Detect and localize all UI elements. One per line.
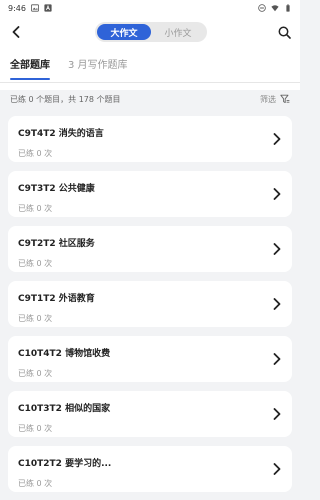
question-bank-tabs: 全部题库 3 月写作题库 [0,54,300,84]
back-arrow-icon [12,26,20,38]
back-button[interactable] [8,24,24,40]
question-title: C10T3T2 相似的国家 [18,404,111,414]
summary-bar: 已练 0 个题目，共 178 个题目 筛选 [0,90,300,108]
essay-type-switch: 大作文 小作文 [95,22,207,42]
chevron-right-icon [272,298,282,310]
tabs-divider [0,82,300,83]
question-title: C10T4T2 博物馆收费 [18,349,111,359]
list-item[interactable]: C10T3T2 相似的国家 已练 0 次 [8,391,292,437]
practice-count: 已练 0 次 [18,149,53,158]
practice-count: 已练 0 次 [18,314,53,323]
question-title: C9T3T2 公共健康 [18,184,95,194]
practice-count: 已练 0 次 [18,204,53,213]
chevron-right-icon [272,408,282,420]
filter-button[interactable]: 筛选 [260,94,290,105]
list-item[interactable]: C10T2T2 要学习的... 已练 0 次 [8,446,292,492]
list-item[interactable]: C9T2T2 社区服务 已练 0 次 [8,226,292,272]
status-right [258,4,292,12]
tab-all-questions[interactable]: 全部题库 [10,54,50,80]
search-icon [278,26,291,39]
filter-label: 筛选 [260,94,276,104]
image-notification-icon [30,4,39,12]
battery-icon [286,4,290,12]
status-bar: 9:46 [0,0,300,16]
progress-summary: 已练 0 个题目，共 178 个题目 [10,94,121,104]
question-list: C9T4T2 消失的语言 已练 0 次 C9T3T2 公共健康 已练 0 次 C… [8,116,292,492]
wifi-icon [271,5,279,12]
filter-icon [280,94,290,104]
question-title: C9T1T2 外语教育 [18,294,95,304]
status-time: 9:46 [8,3,26,13]
status-left: 9:46 [8,4,52,13]
do-not-disturb-icon [258,4,266,12]
search-button[interactable] [276,24,292,40]
segment-small-essay[interactable]: 小作文 [151,24,205,40]
list-item[interactable]: C9T4T2 消失的语言 已练 0 次 [8,116,292,162]
chevron-right-icon [272,243,282,255]
practice-count: 已练 0 次 [18,259,53,268]
chevron-right-icon [272,188,282,200]
list-item[interactable]: C9T1T2 外语教育 已练 0 次 [8,281,292,327]
list-item[interactable]: C9T3T2 公共健康 已练 0 次 [8,171,292,217]
chevron-right-icon [272,133,282,145]
list-item[interactable]: C10T4T2 博物馆收费 已练 0 次 [8,336,292,382]
tab-march-questions[interactable]: 3 月写作题库 [68,54,128,80]
practice-count: 已练 0 次 [18,369,53,378]
segment-large-essay[interactable]: 大作文 [97,24,151,40]
question-title: C9T2T2 社区服务 [18,239,95,249]
practice-count: 已练 0 次 [18,479,53,488]
practice-count: 已练 0 次 [18,424,53,433]
chevron-right-icon [272,353,282,365]
question-title: C10T2T2 要学习的... [18,459,112,469]
text-notification-icon [44,4,52,12]
chevron-right-icon [272,463,282,475]
page: 9:46 大作文 小作文 全部题库 3 月写作题库 已练 0 个题目，共 178… [0,0,300,500]
header: 大作文 小作文 全部题库 3 月写作题库 [0,16,300,90]
question-title: C9T4T2 消失的语言 [18,129,104,139]
